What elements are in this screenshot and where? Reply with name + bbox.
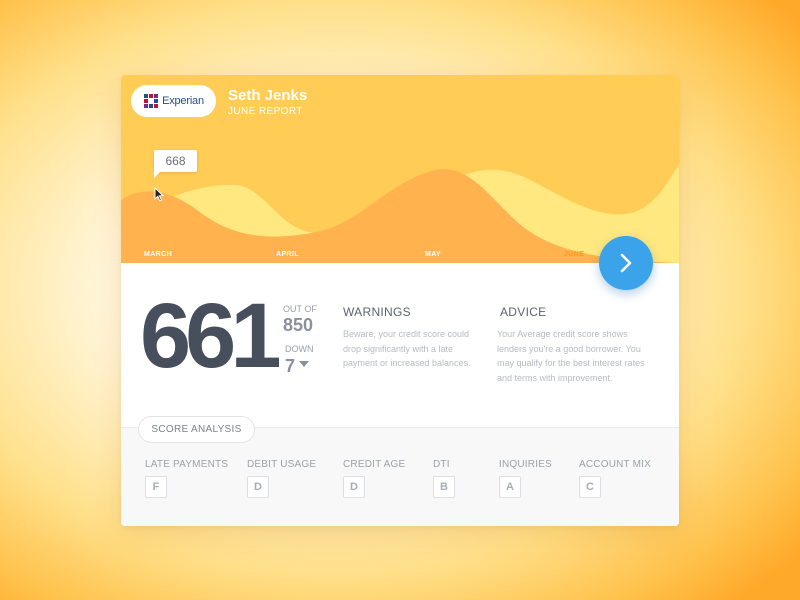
metric-label: CREDIT AGE [343, 459, 406, 470]
tooltip-tail [154, 171, 161, 178]
change-label: DOWN [285, 344, 314, 354]
metric-grade: D [247, 476, 269, 498]
metric-dti[interactable]: DTI B [433, 459, 455, 498]
out-of-label: OUT OF [283, 304, 317, 314]
metric-label: DTI [433, 459, 450, 470]
score-analysis-tab[interactable]: SCORE ANALYSIS [138, 416, 255, 443]
down-arrow-icon [299, 361, 309, 367]
metric-label: ACCOUNT MIX [579, 459, 652, 470]
metric-label: DEBIT USAGE [247, 459, 317, 470]
report-label: JUNE REPORT [228, 106, 303, 117]
warnings-title: WARNINGS [343, 305, 411, 319]
advice-text: Your Average credit score shows lenders … [497, 329, 645, 383]
metric-credit-age[interactable]: CREDIT AGE D [343, 459, 405, 498]
credit-report-card: Experian Seth Jenks JUNE REPORT 668 MARC… [121, 75, 679, 526]
brand-name: Experian [162, 95, 204, 107]
change-value: 7 [285, 356, 296, 376]
cursor-arrow-icon [154, 187, 164, 202]
next-button[interactable] [599, 236, 653, 290]
metric-account-mix[interactable]: ACCOUNT MIX C [579, 459, 651, 498]
score-tooltip: 668 [154, 150, 197, 172]
advice-title: ADVICE [500, 305, 547, 319]
month-label-march[interactable]: MARCH [144, 251, 172, 258]
metric-label: LATE PAYMENTS [145, 459, 229, 470]
metric-grade: B [433, 476, 455, 498]
metric-debit-usage[interactable]: DEBIT USAGE D [247, 459, 316, 498]
month-label-april[interactable]: APRIL [276, 251, 299, 258]
credit-score: 661 [140, 285, 281, 387]
month-label-june[interactable]: JUNE [564, 251, 584, 258]
metric-grade: D [343, 476, 365, 498]
metric-grade: A [499, 476, 521, 498]
metric-grade: F [145, 476, 167, 498]
chevron-right-icon [620, 253, 632, 273]
warnings-text: Beware, your credit score could drop sig… [343, 329, 471, 368]
metric-late-payments[interactable]: LATE PAYMENTS F [145, 459, 228, 498]
max-score: 850 [283, 315, 314, 335]
metric-grade: C [579, 476, 601, 498]
experian-logo[interactable]: Experian [131, 85, 216, 117]
score-history-chart: Experian Seth Jenks JUNE REPORT 668 MARC… [121, 75, 679, 263]
user-name: Seth Jenks [228, 87, 308, 104]
metric-label: INQUIRIES [499, 459, 552, 470]
month-label-may[interactable]: MAY [425, 251, 441, 258]
metric-inquiries[interactable]: INQUIRIES A [499, 459, 552, 498]
experian-logo-icon [144, 94, 159, 108]
